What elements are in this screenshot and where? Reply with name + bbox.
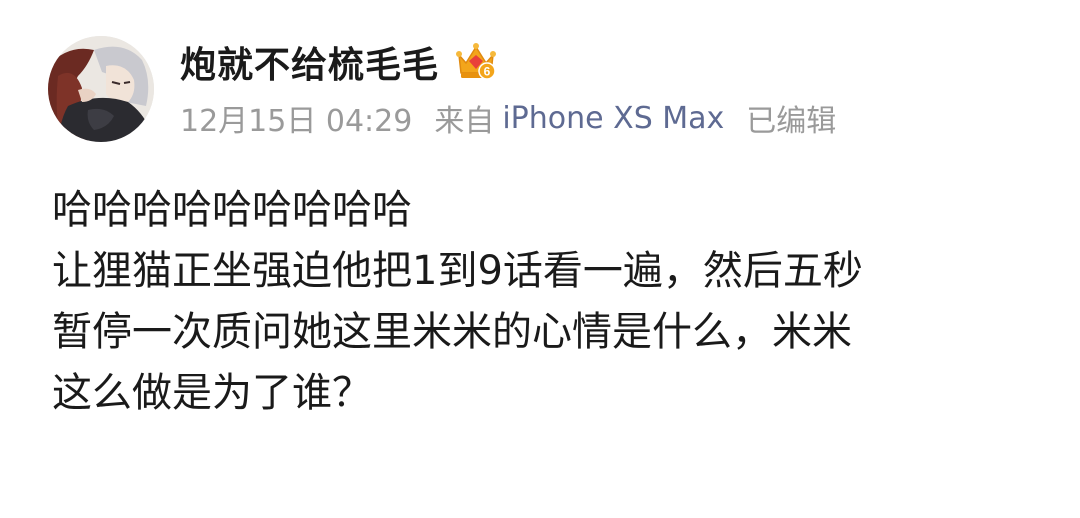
- source-device-link[interactable]: iPhone XS Max: [502, 101, 724, 136]
- author-header: 炮就不给梳毛毛 6: [180, 34, 499, 90]
- post-timestamp: 12月15日 04:29: [180, 104, 413, 139]
- edited-label[interactable]: 已编辑: [746, 96, 836, 140]
- content-line: 哈哈哈哈哈哈哈哈哈: [52, 187, 412, 233]
- author-avatar[interactable]: [48, 36, 154, 142]
- content-line: 暂停一次质问她这里米米的心情是什么，米米: [52, 309, 852, 355]
- vip-level-number: 6: [484, 65, 491, 79]
- content-line: 这么做是为了谁？: [52, 370, 372, 416]
- author-name[interactable]: 炮就不给梳毛毛: [180, 36, 439, 88]
- post-meta: 12月15日 04:29 来自 iPhone XS Max 已编辑: [180, 96, 836, 140]
- weibo-post: 炮就不给梳毛毛 6 12月15日 04:29 来自 iPhone XS Max …: [0, 0, 1080, 518]
- post-content: 哈哈哈哈哈哈哈哈哈 让狸猫正坐强迫他把1到9话看一遍，然后五秒 暂停一次质问她这…: [52, 180, 1042, 424]
- source-prefix: 来自: [434, 104, 495, 139]
- vip-crown-icon[interactable]: 6: [453, 39, 499, 85]
- anime-character-avatar-icon: [48, 36, 154, 142]
- content-line: 让狸猫正坐强迫他把1到9话看一遍，然后五秒: [52, 248, 863, 294]
